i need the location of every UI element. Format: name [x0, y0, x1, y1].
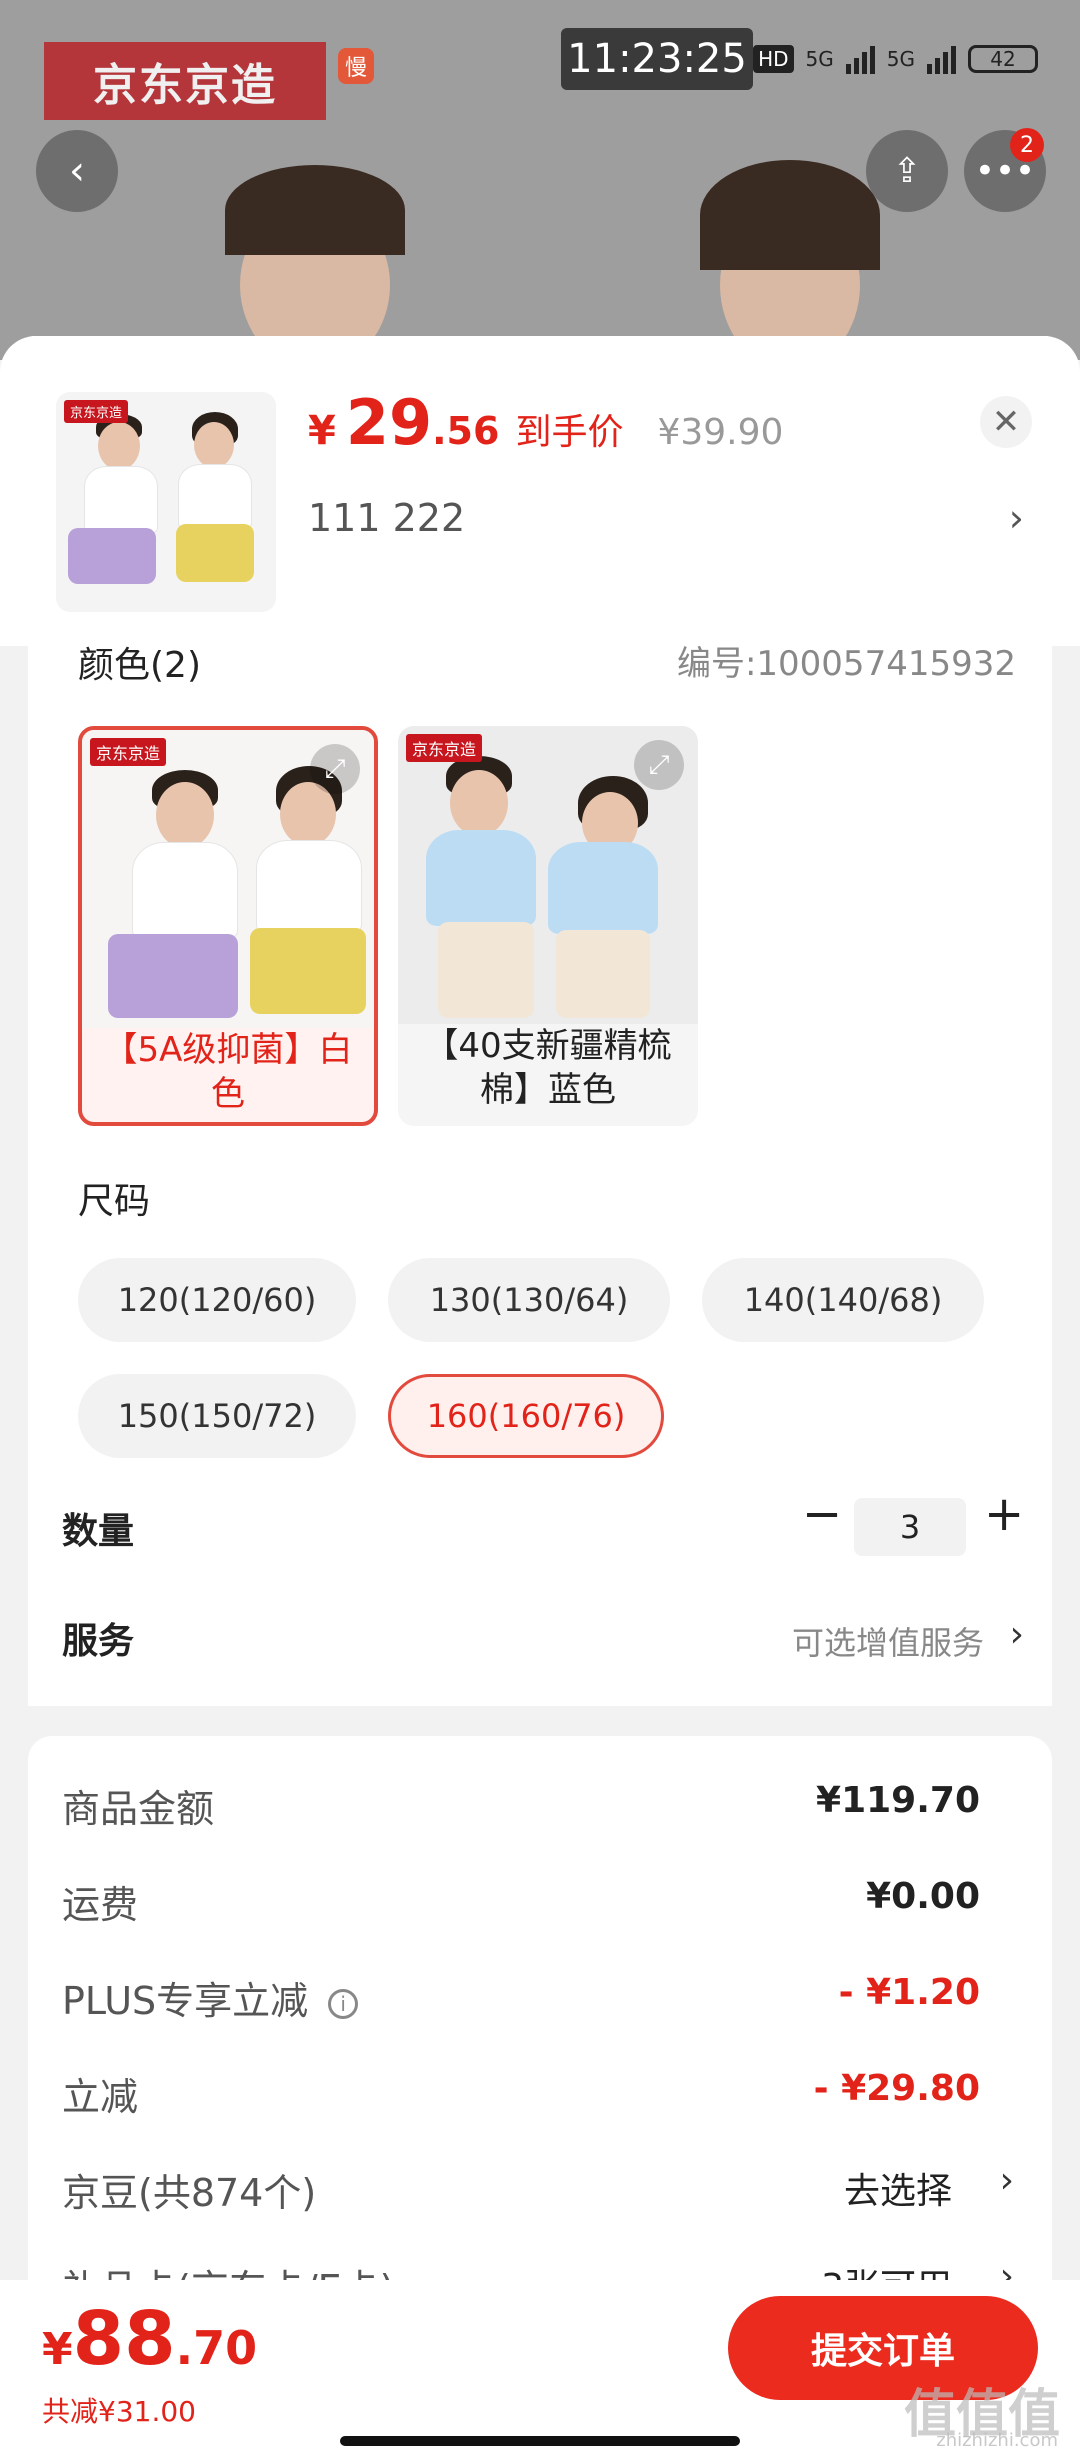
quantity-input[interactable]: 3 [854, 1498, 966, 1556]
total-currency: ¥ [42, 2324, 73, 2375]
shipping-label: 运费 [62, 1883, 139, 1927]
color-label: 颜色(2) [78, 645, 201, 686]
thumbnail-brand-logo: 京东京造 [64, 400, 129, 423]
watermark-url: zhizhizhi.com [936, 2430, 1058, 2451]
quantity-increase-button[interactable]: + [984, 1486, 1024, 1542]
service-hint[interactable]: 可选增值服务 [792, 1618, 984, 1664]
chevron-right-icon: › [1009, 1614, 1024, 1655]
signal-icon-2 [927, 44, 956, 74]
size-label: 尺码 [78, 1181, 151, 1222]
back-button[interactable]: ‹ [36, 130, 118, 212]
original-price: ¥39.90 [657, 412, 784, 453]
total-saved: 共减¥31.00 [42, 2395, 196, 2428]
network-label-2: 5G [886, 47, 915, 71]
selected-spec-summary[interactable]: 111 222 [308, 496, 465, 540]
price-currency: ¥ [308, 408, 336, 454]
bottom-checkout-bar: ¥ 88 .70 共减¥31.00 提交订单 值值值 zhizhizhi.com [0, 2280, 1080, 2460]
instant-discount-label: 立减 [62, 2075, 139, 2119]
jd-beans-select-link[interactable]: 去选择 [844, 2162, 952, 2214]
share-icon: ⇪ [892, 151, 922, 191]
size-option[interactable]: 130(130/64) [388, 1258, 670, 1342]
expand-icon[interactable]: ⤢ [634, 740, 684, 790]
network-label-1: 5G [805, 47, 834, 71]
size-option-selected[interactable]: 160(160/76) [388, 1374, 664, 1458]
service-label: 服务 [62, 1621, 135, 1662]
jd-beans-label: 京豆(共874个) [62, 2171, 317, 2215]
plus-discount-label: PLUS专享立减 [62, 1979, 309, 2023]
size-option[interactable]: 140(140/68) [702, 1258, 984, 1342]
product-thumbnail: 京东京造 [56, 392, 276, 612]
bg-girl-hair [700, 160, 880, 270]
size-option[interactable]: 120(120/60) [78, 1258, 356, 1342]
slow-badge: 慢 [338, 48, 374, 84]
home-indicator[interactable] [340, 2436, 740, 2446]
price-decimal: .56 [432, 409, 500, 453]
chevron-right-icon: › [1008, 496, 1024, 540]
color-option-label: 【5A级抑菌】白色 [103, 1030, 353, 1114]
sku-number: 编号:100057415932 [676, 644, 1016, 684]
goods-amount-value: ¥119.70 [816, 1780, 980, 1821]
goods-amount-label: 商品金额 [62, 1787, 215, 1831]
battery-icon: 42 [968, 45, 1038, 73]
plus-discount-row: PLUS专享立减 i [62, 1970, 359, 2025]
price-integer: 29 [345, 386, 433, 459]
brand-badge: 京东京造 [44, 42, 326, 120]
close-icon: ✕ [991, 402, 1021, 442]
info-icon[interactable]: i [328, 1988, 359, 2019]
total-integer: 88 [72, 2296, 176, 2382]
color-option-blue[interactable]: 京东京造 ⤢ 【40支新疆精梳棉】蓝色 [398, 726, 698, 1126]
expand-icon[interactable]: ⤢ [310, 744, 360, 794]
total-price: ¥ 88 .70 [42, 2296, 257, 2382]
share-button[interactable]: ⇪ [866, 130, 948, 212]
chevron-left-icon: ‹ [69, 148, 85, 194]
price-row: ¥ 29 .56 到手价 ¥39.90 [308, 386, 783, 459]
bg-boy-hair [225, 165, 405, 255]
color-option-white[interactable]: 京东京造 ⤢ 【5A级抑菌】白色 [78, 726, 378, 1126]
instant-discount-value: - ¥29.80 [813, 2068, 980, 2109]
size-option[interactable]: 150(150/72) [78, 1374, 356, 1458]
shipping-value: ¥0.00 [866, 1876, 980, 1917]
notification-badge: 2 [1010, 128, 1044, 162]
color-option-label: 【40支新疆精梳棉】蓝色 [424, 1026, 672, 1110]
status-time: 11:23:25 [561, 28, 753, 90]
quantity-label: 数量 [62, 1511, 135, 1552]
chevron-right-icon: › [999, 2160, 1014, 2201]
total-decimal: .70 [175, 2321, 258, 2375]
signal-icon [845, 44, 875, 74]
color-option-logo: 京东京造 [406, 734, 483, 762]
status-icons: HD 5G 5G 42 [753, 44, 1038, 74]
plus-discount-value: - ¥1.20 [838, 1972, 980, 2013]
color-option-logo: 京东京造 [90, 738, 167, 766]
close-sheet-button[interactable]: ✕ [980, 396, 1032, 448]
hd-label: HD [753, 45, 794, 73]
quantity-decrease-button[interactable]: − [802, 1486, 842, 1542]
sku-selector-sheet: 京东京造 ¥ 29 .56 到手价 ¥39.90 ✕ 111 222 › 颜色(… [0, 336, 1080, 2460]
final-price-tag: 到手价 [515, 412, 624, 453]
